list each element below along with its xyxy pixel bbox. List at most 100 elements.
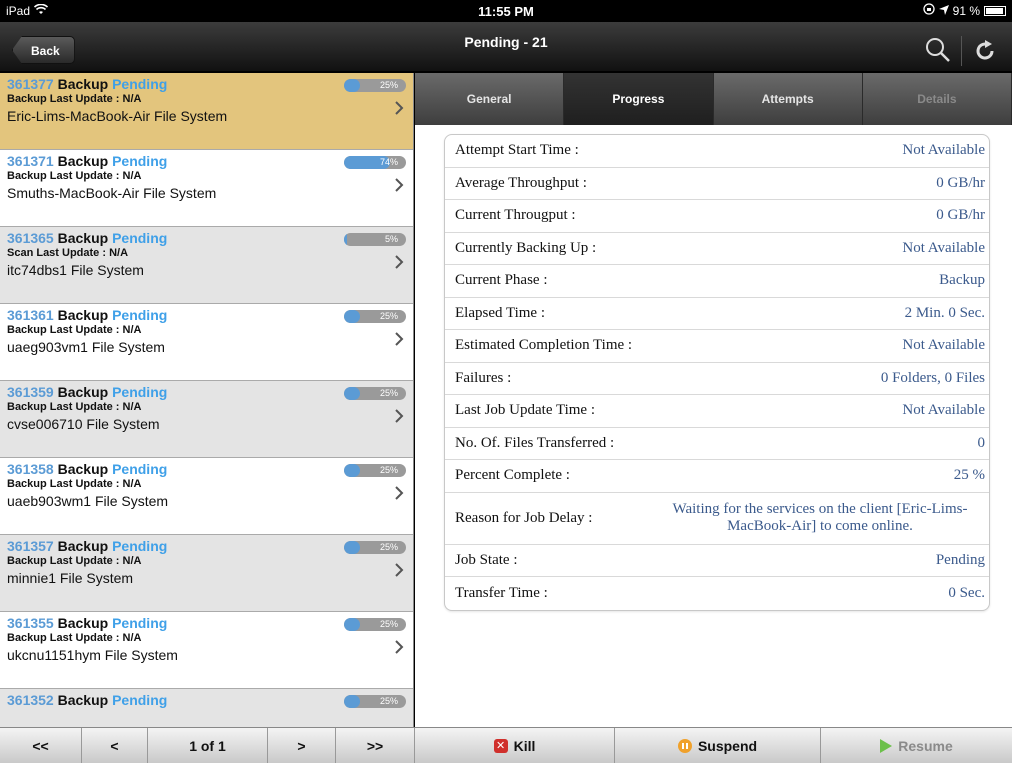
chevron-right-icon: [395, 409, 404, 423]
job-type: Backup: [57, 307, 109, 323]
kill-label: Kill: [513, 738, 536, 754]
job-client: uaeg903vm1 File System: [7, 339, 165, 355]
detail-label: Failures :: [455, 369, 512, 386]
detail-row: Currently Backing Up : Not Available: [445, 233, 989, 265]
first-page-button[interactable]: <<: [0, 728, 82, 763]
tab-attempts[interactable]: Attempts: [713, 73, 863, 125]
detail-value: 2 Min. 0 Sec.: [904, 304, 985, 321]
job-row[interactable]: 361352 Backup Pending 25%: [0, 689, 413, 727]
job-status: Pending: [112, 153, 168, 169]
last-page-button[interactable]: >>: [336, 728, 415, 763]
job-client: Eric-Lims-MacBook-Air File System: [7, 108, 228, 124]
job-progress-bar: 25%: [344, 79, 406, 92]
detail-value: 0 GB/hr: [936, 207, 985, 224]
close-icon: ✕: [493, 739, 508, 753]
page-indicator: 1 of 1: [148, 728, 268, 763]
job-row[interactable]: 361358 Backup Pending Backup Last Update…: [0, 458, 413, 535]
job-progress-bar: 74%: [344, 156, 406, 169]
detail-value: Waiting for the services on the client […: [672, 501, 968, 534]
detail-label: Current Througput :: [455, 207, 576, 224]
suspend-label: Suspend: [697, 738, 758, 754]
detail-value: Not Available: [902, 239, 985, 256]
chevron-right-icon: [395, 178, 404, 192]
detail-value: 0 GB/hr: [936, 174, 985, 191]
progress-details-table: Attempt Start Time : Not Available Averag…: [444, 134, 990, 611]
detail-row: Job State : Pending: [445, 545, 989, 577]
job-list: 361377 Backup Pending Backup Last Update…: [0, 73, 414, 727]
tab-general[interactable]: General: [415, 73, 565, 125]
job-row[interactable]: 361377 Backup Pending Backup Last Update…: [0, 73, 413, 150]
chevron-right-icon: [395, 101, 404, 115]
detail-label: Currently Backing Up :: [455, 239, 597, 256]
job-type: Backup: [57, 461, 109, 477]
detail-label: Job State :: [455, 551, 518, 568]
job-row[interactable]: 361371 Backup Pending Backup Last Update…: [0, 150, 413, 227]
detail-row: Average Throughput : 0 GB/hr: [445, 168, 989, 200]
detail-value: Not Available: [902, 142, 985, 159]
detail-row: Current Througput : 0 GB/hr: [445, 200, 989, 233]
next-page-button[interactable]: >: [268, 728, 336, 763]
tab-details: Details: [862, 73, 1012, 125]
nav-bar: Back Pending - 21: [0, 22, 1012, 72]
job-client: uaeb903wm1 File System: [7, 493, 169, 509]
job-row[interactable]: 361361 Backup Pending Backup Last Update…: [0, 304, 413, 381]
job-id: 361357: [7, 538, 54, 554]
job-last-update: Backup Last Update : N/A: [7, 401, 142, 413]
job-id: 361358: [7, 461, 54, 477]
page-title: Pending - 21: [464, 34, 548, 50]
battery-icon: [984, 5, 1006, 16]
detail-label: Transfer Time :: [455, 584, 548, 601]
search-icon[interactable]: [924, 36, 952, 64]
suspend-button[interactable]: Suspend: [615, 728, 821, 763]
chevron-right-icon: [395, 640, 404, 654]
detail-row: Transfer Time : 0 Sec.: [445, 577, 989, 610]
job-type: Backup: [57, 615, 109, 631]
detail-row: Failures : 0 Folders, 0 Files: [445, 363, 989, 395]
detail-label: Reason for Job Delay :: [455, 509, 593, 526]
status-bar: iPad 11:55 PM 91 %: [0, 0, 1012, 22]
job-status: Pending: [112, 307, 168, 323]
nav-divider: [961, 36, 962, 66]
job-row[interactable]: 361365 Backup Pending Scan Last Update :…: [0, 227, 413, 304]
job-status: Pending: [112, 76, 168, 92]
detail-label: Attempt Start Time :: [455, 142, 579, 159]
chevron-right-icon: [395, 332, 404, 346]
chevron-right-icon: [395, 563, 404, 577]
detail-label: Estimated Completion Time :: [455, 337, 633, 354]
detail-row: No. Of. Files Transferred : 0: [445, 428, 989, 460]
detail-value: 0 Sec.: [948, 584, 985, 601]
job-row[interactable]: 361359 Backup Pending Backup Last Update…: [0, 381, 413, 458]
location-icon: [938, 4, 949, 18]
prev-page-button[interactable]: <: [82, 728, 148, 763]
orientation-lock-icon: [922, 3, 935, 18]
job-last-update: Backup Last Update : N/A: [7, 478, 142, 490]
kill-button[interactable]: ✕ Kill: [415, 728, 615, 763]
job-row[interactable]: 361357 Backup Pending Backup Last Update…: [0, 535, 413, 612]
job-status: Pending: [112, 230, 168, 246]
job-type: Backup: [57, 76, 109, 92]
play-icon: [880, 739, 893, 753]
job-row[interactable]: 361355 Backup Pending Backup Last Update…: [0, 612, 413, 689]
job-id: 361361: [7, 307, 54, 323]
job-last-update: Backup Last Update : N/A: [7, 170, 142, 182]
chevron-right-icon: [395, 486, 404, 500]
job-id: 361352: [7, 692, 54, 708]
resume-label: Resume: [898, 738, 953, 754]
refresh-icon[interactable]: [972, 38, 998, 64]
job-status: Pending: [112, 615, 168, 631]
job-last-update: Backup Last Update : N/A: [7, 555, 142, 567]
detail-row: Current Phase : Backup: [445, 265, 989, 298]
job-type: Backup: [57, 230, 109, 246]
detail-value: Pending: [935, 551, 985, 568]
job-status: Pending: [112, 384, 168, 400]
job-progress-bar: 25%: [344, 541, 406, 554]
job-progress-bar: 25%: [344, 387, 406, 400]
detail-value: Not Available: [902, 402, 985, 419]
tab-progress[interactable]: Progress: [564, 73, 714, 125]
detail-value: Not Available: [902, 337, 985, 354]
job-id: 361377: [7, 76, 54, 92]
job-detail-panel: General Progress Attempts Details Attemp…: [415, 73, 1012, 727]
job-id: 361355: [7, 615, 54, 631]
resume-button: Resume: [821, 728, 1012, 763]
job-client: Smuths-MacBook-Air File System: [7, 185, 217, 201]
